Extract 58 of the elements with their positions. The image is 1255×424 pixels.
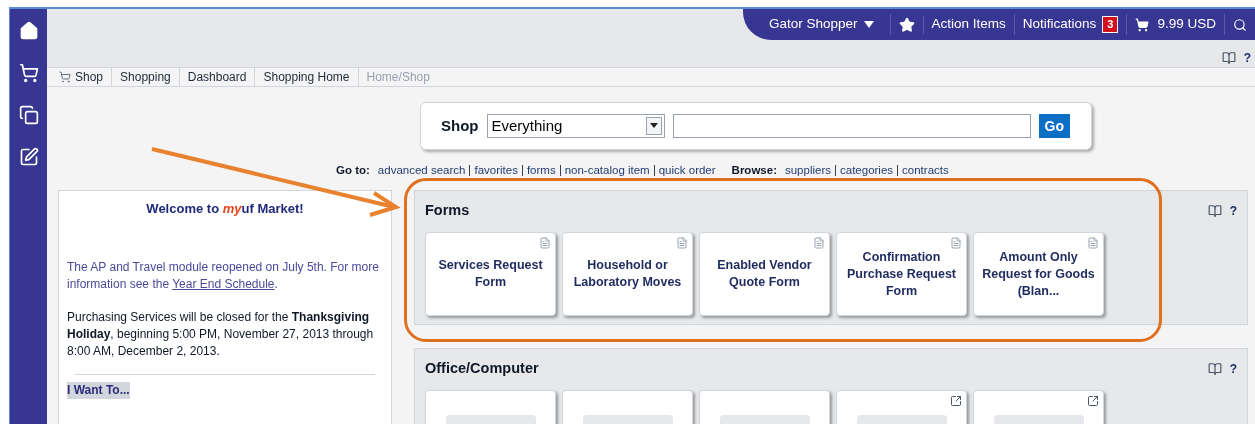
home-icon[interactable] xyxy=(18,21,39,41)
help-link[interactable]: ? xyxy=(1243,49,1251,67)
book-icon[interactable] xyxy=(1207,204,1222,219)
breadcrumb-link[interactable]: Dashboard xyxy=(187,68,247,86)
goto-link[interactable]: forms xyxy=(526,162,556,180)
panel-title: Office/Computer xyxy=(425,359,539,378)
document-icon xyxy=(950,237,962,249)
goto-link[interactable]: favorites xyxy=(474,162,518,180)
i-want-to-heading[interactable]: I Want To... xyxy=(67,382,130,400)
go-button[interactable]: Go xyxy=(1038,114,1070,138)
breadcrumb-link[interactable]: Shopping Home xyxy=(263,68,350,86)
external-link-icon xyxy=(1087,394,1099,407)
category-dropdown[interactable]: Everything xyxy=(486,114,665,138)
goto-link[interactable]: advanced search xyxy=(377,162,466,180)
holiday-closure-notice: Purchasing Services will be closed for the Thanksgiving Holiday, beginning 5:00 PM, November 27, 2013 through 8:00 AM, December 2, 2013. xyxy=(67,309,375,361)
form-tile[interactable]: Household or Laboratory Moves xyxy=(562,232,693,316)
form-tile[interactable]: Amount Only Request for Goods (Blan... xyxy=(973,232,1104,316)
browse-link[interactable]: categories xyxy=(840,162,894,180)
form-tile[interactable]: Enabled Vendor Quote Form xyxy=(699,232,830,316)
document-icon xyxy=(813,237,825,249)
form-tile[interactable]: Services Request Form xyxy=(425,232,556,316)
cart-total-button[interactable]: 9.99 USD xyxy=(1127,14,1225,35)
book-icon[interactable] xyxy=(1221,51,1236,65)
notification-count-badge: 3 xyxy=(1102,16,1119,33)
cart-icon[interactable] xyxy=(18,63,39,83)
browse-link[interactable]: contracts xyxy=(902,162,949,180)
book-icon[interactable] xyxy=(1207,361,1222,376)
document-icon xyxy=(676,237,688,249)
welcome-title: Welcome to myuf Market! xyxy=(145,200,305,218)
search-icon[interactable] xyxy=(1233,17,1247,32)
nav-link[interactable]: Notifications 3 xyxy=(1014,14,1128,35)
shop-label: Shop xyxy=(441,115,479,136)
documents-icon[interactable] xyxy=(18,105,39,125)
goto-link[interactable]: non-catalog item xyxy=(564,162,650,180)
browse-label: Browse: xyxy=(731,163,777,178)
goto-label: Go to: xyxy=(336,163,370,178)
caret-icon xyxy=(863,20,874,29)
panel-title: Forms xyxy=(425,201,470,221)
breadcrumb-link[interactable]: Shop xyxy=(75,68,104,86)
nav-link[interactable]: Action Items xyxy=(923,14,1015,35)
search-input[interactable] xyxy=(672,114,1031,138)
favorites-star-icon[interactable] xyxy=(898,16,915,33)
module-notice: The AP and Travel module reopened on July 5th. For more information see the Year End Schedule. xyxy=(67,259,380,294)
help-link[interactable]: ? xyxy=(1229,202,1237,221)
breadcrumb-link[interactable]: Shopping xyxy=(120,68,171,86)
help-link[interactable]: ? xyxy=(1229,359,1237,378)
cart-icon xyxy=(1135,17,1150,32)
document-icon xyxy=(1087,237,1099,249)
goto-link[interactable]: quick order xyxy=(658,162,716,180)
user-menu-button[interactable]: Gator Shopper xyxy=(768,14,891,35)
cart-icon xyxy=(59,71,71,83)
dropdown-arrow-icon xyxy=(649,123,658,129)
browse-link[interactable]: suppliers xyxy=(784,162,831,180)
document-icon xyxy=(539,237,551,249)
year-end-schedule-link[interactable]: Year End Schedule xyxy=(172,277,275,292)
edit-icon[interactable] xyxy=(18,147,39,167)
form-tile[interactable]: Confirmation Purchase Request Form xyxy=(836,232,967,316)
external-link-icon xyxy=(950,394,962,407)
